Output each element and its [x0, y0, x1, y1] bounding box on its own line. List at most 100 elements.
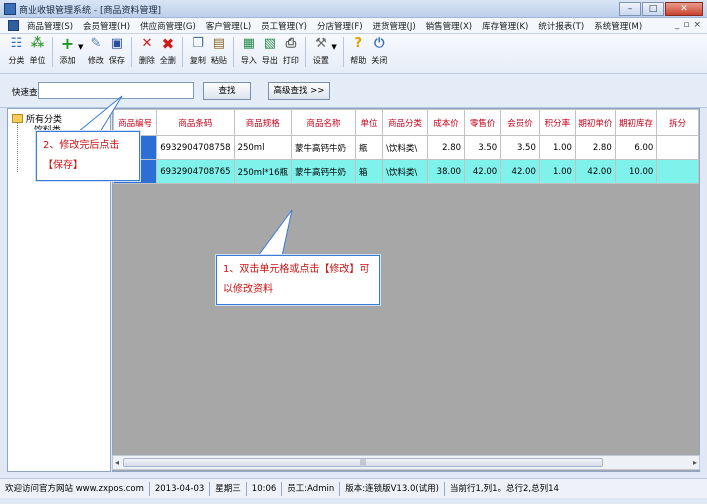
menu-branch[interactable]: 分店管理(F)	[312, 20, 368, 32]
menu-inventory[interactable]: 库存管理(K)	[477, 20, 533, 32]
print-button[interactable]: ⎙ 打印	[280, 37, 301, 66]
horizontal-scrollbar[interactable]: ◂ ||| ▸	[112, 455, 700, 470]
search-input[interactable]	[38, 82, 194, 99]
delete-all-button[interactable]: ✖ 全删	[157, 37, 178, 66]
plus-icon: +	[60, 34, 75, 53]
import-button[interactable]: ▦ 导入	[238, 37, 259, 66]
category-icon: ☷	[10, 36, 23, 51]
unit-icon: ⁂	[30, 36, 45, 51]
close-button[interactable]: ✕	[665, 2, 703, 16]
settings-button[interactable]: ⚒ 设置	[310, 37, 331, 66]
cell-opening-stock[interactable]: 6.00	[614, 135, 658, 160]
tools-icon: ⚒	[315, 36, 327, 51]
unit-button[interactable]: ⁂ 单位	[27, 37, 48, 66]
search-bar: 快速查找: 查找 高级查找 >>	[0, 74, 707, 108]
advanced-search-button[interactable]: 高级查找 >>	[268, 82, 330, 100]
menu-member[interactable]: 会员管理(H)	[78, 20, 135, 32]
table-row[interactable]: 001 6932904708758 250ml 蒙牛高钙牛奶 瓶 \饮料类\ 2…	[113, 135, 699, 160]
cell-member-price[interactable]: 42.00	[500, 159, 540, 184]
cell-spec[interactable]: 250ml	[233, 135, 293, 160]
window-controls: – □ ✕	[619, 2, 703, 16]
cell-points-rate[interactable]: 1.00	[538, 159, 576, 184]
printer-icon: ⎙	[285, 36, 297, 51]
minimize-button[interactable]: –	[619, 2, 641, 16]
power-icon: ⏻	[374, 36, 385, 51]
menu-supplier[interactable]: 供应商管理(G)	[135, 20, 201, 32]
export-button[interactable]: ▧ 导出	[259, 37, 280, 66]
cell-unit[interactable]: 瓶	[354, 135, 384, 160]
mdi-minimize-button[interactable]: _	[675, 20, 680, 30]
menu-employee[interactable]: 员工管理(Y)	[256, 20, 312, 32]
delete-button[interactable]: ✕ 删除	[136, 37, 157, 66]
col-header-unit[interactable]: 单位	[354, 109, 384, 136]
col-header-cost[interactable]: 成本价	[427, 109, 466, 136]
settings-dropdown-arrow-icon[interactable]: ▼	[331, 43, 336, 51]
status-weekday: 星期三	[210, 481, 247, 496]
help-button[interactable]: ? 帮助	[348, 37, 369, 66]
col-header-category[interactable]: 商品分类	[382, 109, 429, 136]
cell-cost[interactable]: 2.80	[427, 135, 466, 160]
cell-category[interactable]: \饮料类\	[382, 135, 429, 160]
cell-points-rate[interactable]: 1.00	[538, 135, 576, 160]
edit-button[interactable]: ✎ 修改	[85, 37, 106, 66]
col-header-barcode[interactable]: 商品条码	[156, 109, 235, 136]
scroll-thumb[interactable]: |||	[123, 458, 603, 467]
cell-retail[interactable]: 42.00	[464, 159, 502, 184]
menu-reports[interactable]: 统计报表(T)	[533, 20, 589, 32]
mdi-close-button[interactable]: ×	[693, 20, 701, 30]
edit-icon: ✎	[90, 36, 102, 51]
cell-category[interactable]: \饮料类\	[382, 159, 429, 184]
mdi-restore-button[interactable]: ▫	[683, 20, 689, 30]
cell-unit[interactable]: 箱	[354, 159, 384, 184]
col-header-spec[interactable]: 商品规格	[233, 109, 293, 136]
cell-opening-price[interactable]: 42.00	[574, 159, 616, 184]
cell-split[interactable]	[656, 135, 699, 160]
copy-button[interactable]: ❐ 复制	[187, 37, 208, 66]
menu-system[interactable]: 系统管理(M)	[589, 20, 647, 32]
add-button[interactable]: + 添加	[57, 34, 78, 66]
menu-customer[interactable]: 客户管理(L)	[201, 20, 256, 32]
col-header-member-price[interactable]: 会员价	[500, 109, 540, 136]
table-row[interactable]: 002 6932904708765 250ml*16瓶 蒙牛高钙牛奶 箱 \饮料…	[113, 159, 699, 184]
menu-product[interactable]: 商品管理(S)	[22, 20, 78, 32]
col-header-retail[interactable]: 零售价	[464, 109, 502, 136]
cell-spec[interactable]: 250ml*16瓶	[233, 159, 293, 184]
paste-button[interactable]: ▤ 粘贴	[208, 37, 229, 66]
col-header-points-rate[interactable]: 积分率	[538, 109, 576, 136]
maximize-button[interactable]: □	[642, 2, 664, 16]
product-grid: 商品编号 商品条码 商品规格 商品名称 单位 商品分类 成本价 零售价 会员价 …	[112, 108, 700, 472]
floppy-disk-icon: ▣	[110, 36, 124, 51]
cell-opening-price[interactable]: 2.80	[574, 135, 616, 160]
app-icon	[4, 3, 16, 15]
scroll-left-icon[interactable]: ◂	[115, 458, 119, 467]
menu-bar: 商品管理(S) 会员管理(H) 供应商管理(G) 客户管理(L) 员工管理(Y)…	[0, 18, 707, 34]
cell-name[interactable]: 蒙牛高钙牛奶	[291, 135, 356, 160]
col-header-opening-stock[interactable]: 期初库存	[614, 109, 658, 136]
col-header-split[interactable]: 拆分	[656, 109, 699, 136]
close-window-button[interactable]: ⏻ 关闭	[369, 37, 390, 66]
mdi-child-icon	[8, 20, 19, 31]
status-date: 2013-04-03	[150, 481, 211, 496]
cell-barcode[interactable]: 6932904708765	[156, 159, 235, 184]
cell-barcode[interactable]: 6932904708758	[156, 135, 235, 160]
edit-tip-callout: 1、双击单元格或点击【修改】可以修改资料	[216, 255, 380, 305]
menu-sales[interactable]: 销售管理(X)	[421, 20, 477, 32]
cell-member-price[interactable]: 3.50	[500, 135, 540, 160]
category-button[interactable]: ☷ 分类	[6, 37, 27, 66]
cell-retail[interactable]: 3.50	[464, 135, 502, 160]
mdi-controls: _ ▫ ×	[675, 20, 701, 30]
cell-opening-stock[interactable]: 10.00	[614, 159, 658, 184]
cell-name[interactable]: 蒙牛高钙牛奶	[291, 159, 356, 184]
col-header-name[interactable]: 商品名称	[291, 109, 356, 136]
scroll-right-icon[interactable]: ▸	[693, 458, 697, 467]
help-icon: ?	[354, 36, 363, 51]
delete-all-x-icon: ✖	[161, 35, 175, 53]
search-button[interactable]: 查找	[203, 82, 251, 100]
add-dropdown-arrow-icon[interactable]: ▼	[78, 43, 83, 51]
col-header-opening-price[interactable]: 期初单价	[574, 109, 616, 136]
save-button[interactable]: ▣ 保存	[106, 37, 127, 66]
cell-cost[interactable]: 38.00	[427, 159, 466, 184]
cell-split[interactable]	[656, 159, 699, 184]
toolbar: ☷ 分类 ⁂ 单位 + 添加 ▼ ✎ 修改 ▣ 保存 ✕ 删除 ✖ 全删 ❐ 复…	[0, 34, 707, 74]
menu-purchase[interactable]: 进货管理(J)	[368, 20, 421, 32]
